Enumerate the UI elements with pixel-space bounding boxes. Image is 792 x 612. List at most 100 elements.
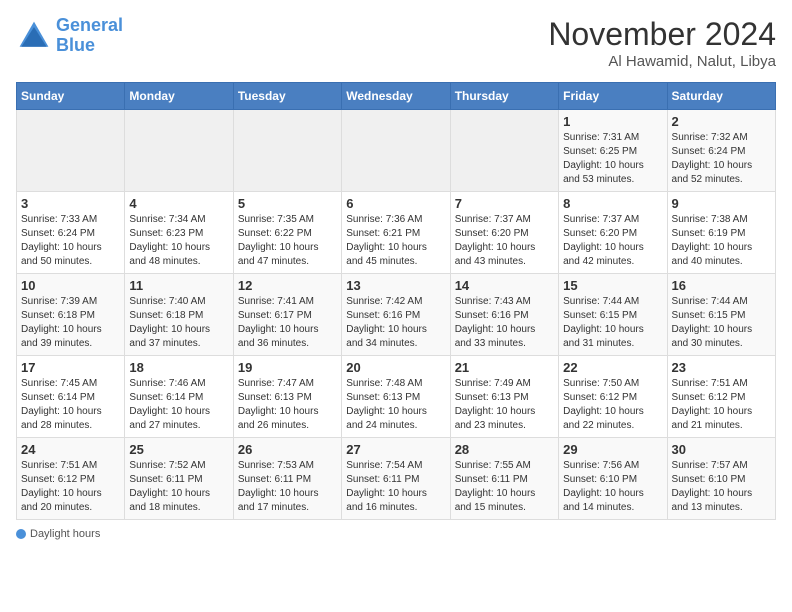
day-info: Sunrise: 7:38 AM Sunset: 6:19 PM Dayligh… [672, 213, 771, 269]
col-wednesday: Wednesday [342, 83, 450, 110]
day-info: Sunrise: 7:56 AM Sunset: 6:10 PM Dayligh… [563, 459, 662, 515]
calendar-table: Sunday Monday Tuesday Wednesday Thursday… [16, 82, 776, 520]
calendar-cell: 1 Sunrise: 7:31 AM Sunset: 6:25 PM Daylig… [559, 110, 667, 192]
logo-text: General Blue [56, 16, 123, 56]
day-info: Sunrise: 7:49 AM Sunset: 6:13 PM Dayligh… [455, 377, 554, 433]
day-number: 18 [129, 360, 228, 375]
calendar-cell: 21 Sunrise: 7:49 AM Sunset: 6:13 PM Dayli… [450, 356, 558, 438]
day-info: Sunrise: 7:41 AM Sunset: 6:17 PM Dayligh… [238, 295, 337, 351]
day-number: 15 [563, 278, 662, 293]
day-number: 2 [672, 114, 771, 129]
calendar-cell: 4 Sunrise: 7:34 AM Sunset: 6:23 PM Daylig… [125, 192, 233, 274]
day-number: 28 [455, 442, 554, 457]
col-sunday: Sunday [17, 83, 125, 110]
day-number: 14 [455, 278, 554, 293]
day-info: Sunrise: 7:52 AM Sunset: 6:11 PM Dayligh… [129, 459, 228, 515]
day-info: Sunrise: 7:44 AM Sunset: 6:15 PM Dayligh… [672, 295, 771, 351]
day-info: Sunrise: 7:46 AM Sunset: 6:14 PM Dayligh… [129, 377, 228, 433]
day-number: 4 [129, 196, 228, 211]
calendar-cell: 15Sunrise: 7:44 AM Sunset: 6:15 PM Dayli… [559, 274, 667, 356]
day-info: Sunrise: 7:51 AM Sunset: 6:12 PM Dayligh… [672, 377, 771, 433]
day-info: Sunrise: 7:39 AM Sunset: 6:18 PM Dayligh… [21, 295, 120, 351]
day-info: Sunrise: 7:37 AM Sunset: 6:20 PM Dayligh… [563, 213, 662, 269]
day-info: Sunrise: 7:31 AM Sunset: 6:25 PM Dayligh… [563, 131, 662, 187]
calendar-cell: 13 Sunrise: 7:42 AM Sunset: 6:16 PM Dayli… [342, 274, 450, 356]
calendar-week-4: 24Sunrise: 7:51 AM Sunset: 6:12 PM Dayli… [17, 438, 776, 520]
calendar-cell: 5 Sunrise: 7:35 AM Sunset: 6:22 PM Daylig… [233, 192, 341, 274]
calendar-week-2: 10 Sunrise: 7:39 AM Sunset: 6:18 PM Dayli… [17, 274, 776, 356]
calendar-cell: 19 Sunrise: 7:47 AM Sunset: 6:13 PM Dayli… [233, 356, 341, 438]
legend: Daylight hours [16, 528, 776, 540]
calendar-cell: 10 Sunrise: 7:39 AM Sunset: 6:18 PM Dayli… [17, 274, 125, 356]
col-monday: Monday [125, 83, 233, 110]
day-info: Sunrise: 7:47 AM Sunset: 6:13 PM Dayligh… [238, 377, 337, 433]
legend-daylight: Daylight hours [16, 528, 100, 540]
day-number: 5 [238, 196, 337, 211]
calendar-cell: 14Sunrise: 7:43 AM Sunset: 6:16 PM Dayli… [450, 274, 558, 356]
day-info: Sunrise: 7:48 AM Sunset: 6:13 PM Dayligh… [346, 377, 445, 433]
day-number: 6 [346, 196, 445, 211]
day-info: Sunrise: 7:57 AM Sunset: 6:10 PM Dayligh… [672, 459, 771, 515]
calendar-cell: 12 Sunrise: 7:41 AM Sunset: 6:17 PM Dayli… [233, 274, 341, 356]
calendar-cell [125, 110, 233, 192]
day-number: 16 [672, 278, 771, 293]
day-info: Sunrise: 7:42 AM Sunset: 6:16 PM Dayligh… [346, 295, 445, 351]
calendar-cell: 3Sunrise: 7:33 AM Sunset: 6:24 PM Daylig… [17, 192, 125, 274]
day-number: 17 [21, 360, 120, 375]
col-saturday: Saturday [667, 83, 775, 110]
day-number: 24 [21, 442, 120, 457]
day-number: 23 [672, 360, 771, 375]
day-info: Sunrise: 7:45 AM Sunset: 6:14 PM Dayligh… [21, 377, 120, 433]
calendar-cell: 25Sunrise: 7:52 AM Sunset: 6:11 PM Dayli… [125, 438, 233, 520]
day-number: 13 [346, 278, 445, 293]
calendar-cell: 18 Sunrise: 7:46 AM Sunset: 6:14 PM Dayli… [125, 356, 233, 438]
calendar-cell: 9 Sunrise: 7:38 AM Sunset: 6:19 PM Daylig… [667, 192, 775, 274]
calendar-cell: 7Sunrise: 7:37 AM Sunset: 6:20 PM Daylig… [450, 192, 558, 274]
calendar-cell [233, 110, 341, 192]
logo-line2: Blue [56, 35, 95, 55]
day-number: 8 [563, 196, 662, 211]
col-tuesday: Tuesday [233, 83, 341, 110]
calendar-cell: 2 Sunrise: 7:32 AM Sunset: 6:24 PM Daylig… [667, 110, 775, 192]
logo: General Blue [16, 16, 123, 56]
day-info: Sunrise: 7:36 AM Sunset: 6:21 PM Dayligh… [346, 213, 445, 269]
day-number: 21 [455, 360, 554, 375]
day-number: 29 [563, 442, 662, 457]
day-info: Sunrise: 7:50 AM Sunset: 6:12 PM Dayligh… [563, 377, 662, 433]
day-info: Sunrise: 7:34 AM Sunset: 6:23 PM Dayligh… [129, 213, 228, 269]
calendar-cell: 22 Sunrise: 7:50 AM Sunset: 6:12 PM Dayli… [559, 356, 667, 438]
month-title: November 2024 [548, 16, 776, 53]
day-number: 1 [563, 114, 662, 129]
day-number: 27 [346, 442, 445, 457]
day-number: 12 [238, 278, 337, 293]
calendar-cell: 24Sunrise: 7:51 AM Sunset: 6:12 PM Dayli… [17, 438, 125, 520]
day-info: Sunrise: 7:35 AM Sunset: 6:22 PM Dayligh… [238, 213, 337, 269]
day-number: 19 [238, 360, 337, 375]
logo-icon [16, 18, 52, 54]
legend-dot-daylight [16, 529, 26, 539]
title-block: November 2024 Al Hawamid, Nalut, Libya [548, 16, 776, 70]
col-thursday: Thursday [450, 83, 558, 110]
calendar-cell: 26Sunrise: 7:53 AM Sunset: 6:11 PM Dayli… [233, 438, 341, 520]
calendar-cell: 16 Sunrise: 7:44 AM Sunset: 6:15 PM Dayli… [667, 274, 775, 356]
calendar-week-3: 17 Sunrise: 7:45 AM Sunset: 6:14 PM Dayli… [17, 356, 776, 438]
calendar-cell: 8 Sunrise: 7:37 AM Sunset: 6:20 PM Daylig… [559, 192, 667, 274]
day-number: 22 [563, 360, 662, 375]
day-info: Sunrise: 7:37 AM Sunset: 6:20 PM Dayligh… [455, 213, 554, 269]
calendar-cell: 29 Sunrise: 7:56 AM Sunset: 6:10 PM Dayli… [559, 438, 667, 520]
day-number: 9 [672, 196, 771, 211]
calendar-cell: 11Sunrise: 7:40 AM Sunset: 6:18 PM Dayli… [125, 274, 233, 356]
page-header: General Blue November 2024 Al Hawamid, N… [16, 16, 776, 70]
day-number: 26 [238, 442, 337, 457]
day-info: Sunrise: 7:32 AM Sunset: 6:24 PM Dayligh… [672, 131, 771, 187]
calendar-cell: 6 Sunrise: 7:36 AM Sunset: 6:21 PM Daylig… [342, 192, 450, 274]
day-number: 10 [21, 278, 120, 293]
calendar-cell: 27Sunrise: 7:54 AM Sunset: 6:11 PM Dayli… [342, 438, 450, 520]
day-number: 30 [672, 442, 771, 457]
day-number: 20 [346, 360, 445, 375]
calendar-week-1: 3Sunrise: 7:33 AM Sunset: 6:24 PM Daylig… [17, 192, 776, 274]
day-info: Sunrise: 7:55 AM Sunset: 6:11 PM Dayligh… [455, 459, 554, 515]
logo-line1: General [56, 15, 123, 35]
day-info: Sunrise: 7:33 AM Sunset: 6:24 PM Dayligh… [21, 213, 120, 269]
calendar-cell: 17 Sunrise: 7:45 AM Sunset: 6:14 PM Dayli… [17, 356, 125, 438]
